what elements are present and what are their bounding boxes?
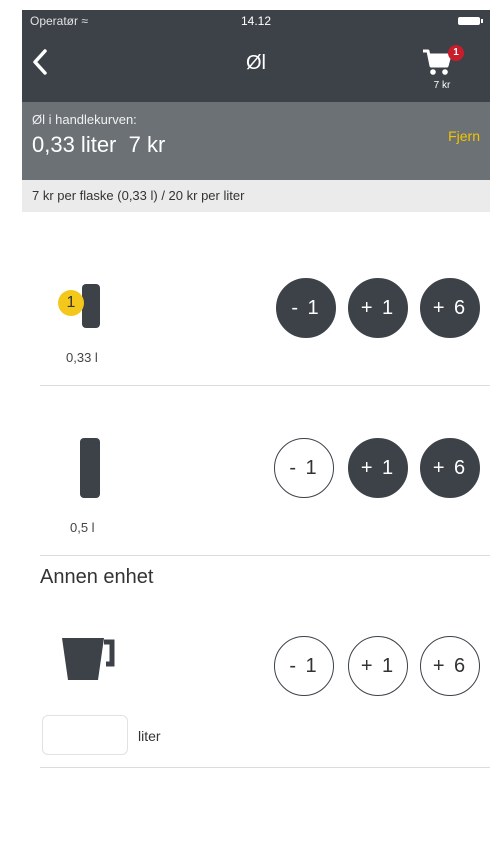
remove-button[interactable]: Fjern bbox=[448, 128, 480, 144]
cart-count-badge: 1 bbox=[448, 45, 464, 61]
plus-six-button[interactable]: + 6 bbox=[420, 278, 480, 338]
top-bar: Operatør ≈ 14.12 Øl 1 7 kr bbox=[22, 10, 490, 102]
cart-button[interactable]: 1 7 kr bbox=[422, 45, 464, 91]
app-screen: Operatør ≈ 14.12 Øl 1 7 kr Øl i handleku… bbox=[22, 10, 490, 849]
measuring-jug-icon bbox=[62, 638, 115, 680]
item-row-033: 1 0,33 l - 1 + 1 + 6 bbox=[40, 236, 490, 386]
minus-one-button[interactable]: - 1 bbox=[274, 636, 334, 696]
status-time: 14.12 bbox=[240, 14, 272, 28]
unit-size-label: 0,33 l bbox=[66, 350, 98, 365]
row-divider bbox=[40, 385, 490, 386]
cart-amount: 7 kr bbox=[433, 80, 451, 91]
quantity-badge: 1 bbox=[58, 290, 84, 316]
bottle-icon bbox=[80, 438, 100, 498]
basket-label: Øl i handlekurven: bbox=[32, 112, 137, 127]
plus-six-button[interactable]: + 6 bbox=[420, 438, 480, 498]
plus-one-button[interactable]: + 1 bbox=[348, 438, 408, 498]
basket-value: 0,33 liter 7 kr bbox=[32, 132, 166, 157]
plus-one-button[interactable]: + 1 bbox=[348, 636, 408, 696]
price-info: 7 kr per flaske (0,33 l) / 20 kr per lit… bbox=[22, 180, 490, 212]
plus-one-button[interactable]: + 1 bbox=[348, 278, 408, 338]
unit-size-label: 0,5 l bbox=[70, 520, 95, 535]
plus-six-button[interactable]: + 6 bbox=[420, 636, 480, 696]
basket-summary: Øl i handlekurven: 0,33 liter 7 kr Fjern bbox=[22, 102, 490, 180]
minus-one-button[interactable]: - 1 bbox=[276, 278, 336, 338]
row-divider bbox=[40, 767, 490, 768]
status-bar: Operatør ≈ 14.12 bbox=[22, 10, 490, 30]
row-divider bbox=[40, 555, 490, 556]
battery-icon bbox=[458, 17, 483, 25]
liter-unit-label: liter bbox=[138, 728, 161, 744]
liter-input[interactable] bbox=[42, 715, 128, 755]
minus-one-button[interactable]: - 1 bbox=[274, 438, 334, 498]
item-row-05: 0,5 l - 1 + 1 + 6 bbox=[40, 406, 490, 556]
page-title: Øl bbox=[246, 52, 266, 74]
other-unit-heading: Annen enhet bbox=[40, 566, 154, 588]
